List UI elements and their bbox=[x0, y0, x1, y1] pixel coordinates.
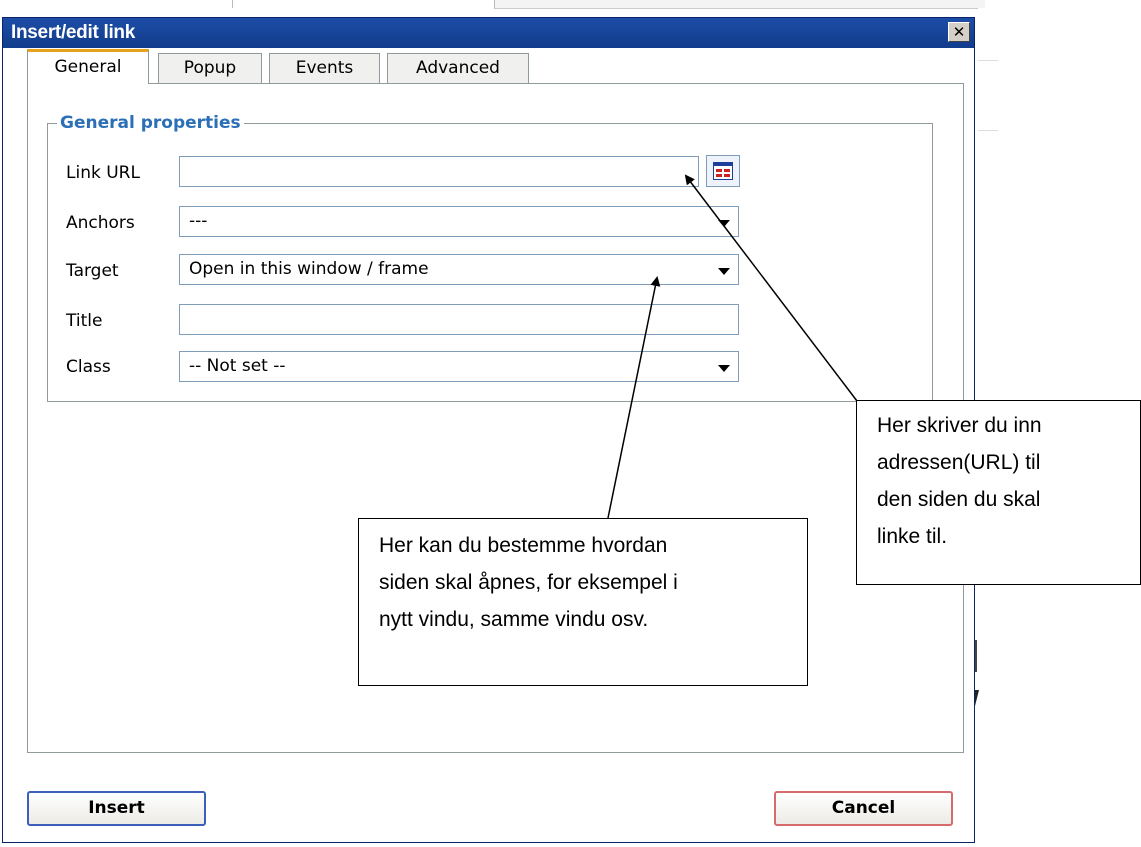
background-page bbox=[0, 0, 232, 6]
chevron-down-icon bbox=[718, 220, 730, 227]
target-label: Target bbox=[66, 261, 119, 281]
tab-general[interactable]: General bbox=[27, 49, 149, 84]
tab-label: Events bbox=[295, 58, 354, 78]
background-line bbox=[978, 60, 998, 61]
target-select[interactable]: Open in this window / frame bbox=[179, 254, 739, 285]
tab-events[interactable]: Events bbox=[269, 53, 380, 83]
target-callout: Her kan du bestemme hvordan siden skal å… bbox=[358, 518, 808, 686]
close-icon: ✕ bbox=[952, 23, 966, 41]
cancel-button[interactable]: Cancel bbox=[774, 791, 953, 826]
tab-label: General bbox=[54, 57, 122, 77]
background-toolbar bbox=[494, 0, 985, 9]
class-select[interactable]: -- Not set -- bbox=[179, 351, 739, 382]
chevron-down-icon bbox=[718, 268, 730, 275]
background-line bbox=[978, 130, 998, 131]
background-divider bbox=[232, 0, 233, 8]
title-label: Title bbox=[66, 311, 103, 331]
browse-icon bbox=[713, 162, 733, 180]
title-input[interactable] bbox=[179, 304, 739, 335]
link-url-input[interactable] bbox=[179, 156, 699, 187]
target-value: Open in this window / frame bbox=[189, 259, 429, 279]
anchors-label: Anchors bbox=[66, 213, 135, 233]
class-value: -- Not set -- bbox=[189, 356, 286, 376]
dialog-titlebar[interactable]: Insert/edit link ✕ bbox=[3, 18, 974, 48]
tab-label: Advanced bbox=[416, 58, 500, 78]
tab-popup[interactable]: Popup bbox=[158, 53, 262, 83]
tab-advanced[interactable]: Advanced bbox=[387, 53, 529, 83]
chevron-down-icon bbox=[718, 365, 730, 372]
close-button[interactable]: ✕ bbox=[948, 22, 970, 42]
insert-button[interactable]: Insert bbox=[27, 791, 206, 826]
url-callout: Her skriver du inn adressen(URL) til den… bbox=[856, 400, 1141, 585]
background-editor bbox=[978, 8, 1141, 168]
class-label: Class bbox=[66, 357, 111, 377]
fieldset-legend: General properties bbox=[57, 113, 244, 133]
link-url-label: Link URL bbox=[66, 163, 140, 183]
tab-label: Popup bbox=[183, 58, 237, 78]
anchors-select[interactable]: --- bbox=[179, 206, 739, 237]
browse-button[interactable] bbox=[706, 155, 740, 187]
anchors-value: --- bbox=[189, 211, 208, 231]
dialog-title: Insert/edit link bbox=[11, 22, 136, 43]
